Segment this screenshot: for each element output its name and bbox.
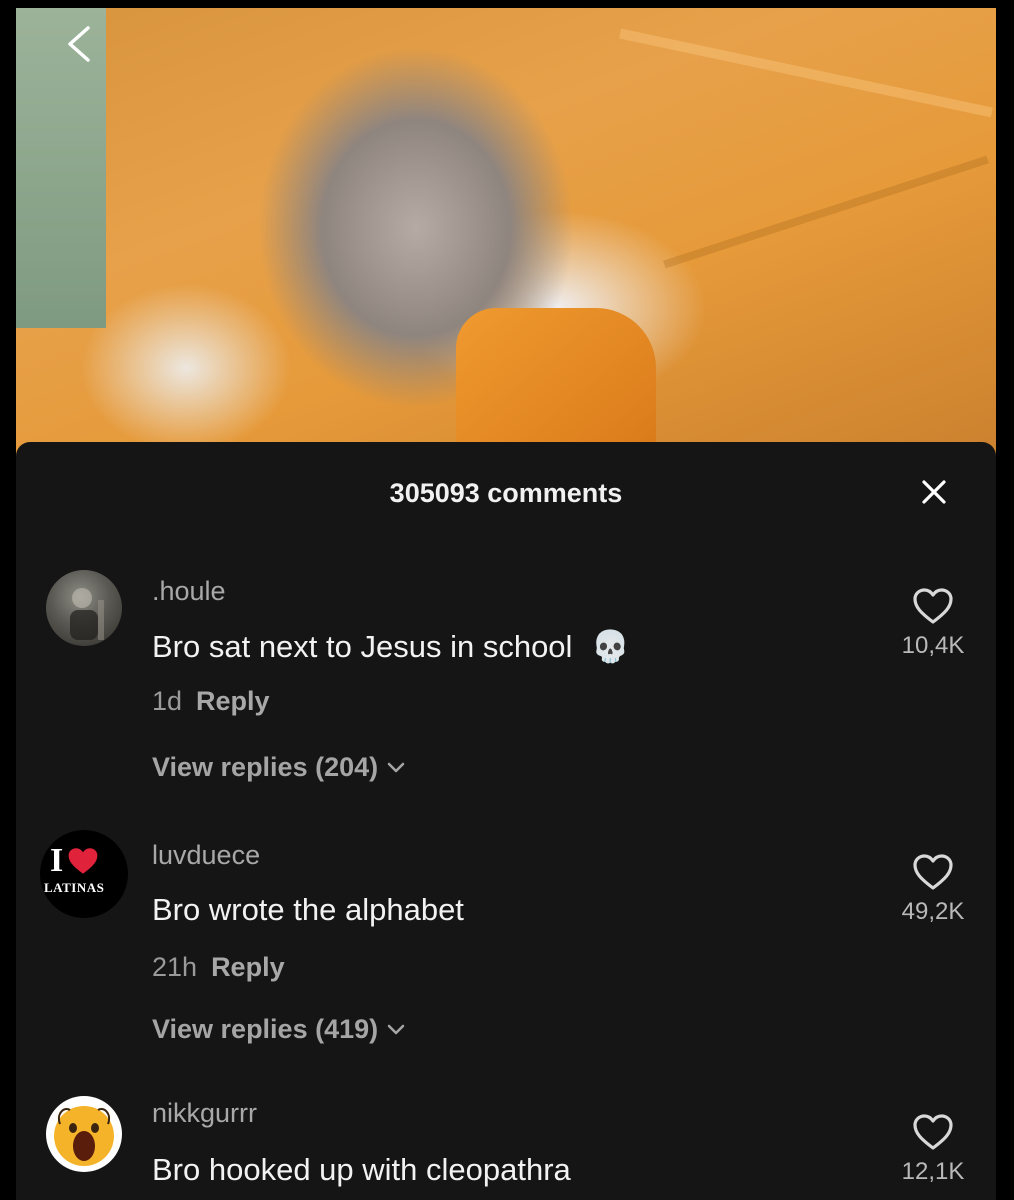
skull-emoji-icon: 💀 [591, 629, 630, 664]
like-count: 49,2K [901, 898, 965, 925]
avatar-logo-text: I [50, 842, 64, 879]
heart-outline-icon [913, 854, 953, 890]
comment-meta: 1d Reply [152, 686, 270, 717]
like-count: 12,1K [901, 1158, 965, 1185]
back-button[interactable] [58, 22, 98, 66]
view-replies-label: View replies (419) [152, 1014, 379, 1044]
comment-text: Bro hooked up with cleopathra [152, 1152, 571, 1187]
avatar-figure [70, 588, 104, 640]
comment-username[interactable]: nikkgurrr [152, 1098, 257, 1129]
heart-outline-icon [913, 588, 953, 624]
chevron-down-icon [387, 1024, 405, 1034]
photo-fold [619, 28, 993, 118]
comment-time: 21h [152, 952, 198, 982]
like-count: 10,4K [901, 632, 965, 659]
view-replies-button[interactable]: View replies (204) [152, 752, 406, 783]
reply-button[interactable]: Reply [211, 952, 285, 982]
comment-text-content: Bro sat next to Jesus in school [152, 629, 573, 664]
view-replies-label: View replies (204) [152, 752, 379, 782]
like-button[interactable]: 10,4K [888, 586, 978, 660]
chevron-down-icon [387, 762, 405, 772]
comment-time: 1d [152, 686, 183, 716]
avatar-logo: I [50, 844, 101, 878]
heart-filled-icon [68, 848, 98, 874]
comment-meta: 21h Reply [152, 952, 285, 983]
like-button[interactable]: 49,2K [888, 852, 978, 926]
like-button[interactable]: 12,1K [888, 1112, 978, 1186]
comment-text: Bro sat next to Jesus in school 💀 [152, 628, 630, 665]
heart-outline-icon [913, 1114, 953, 1150]
view-replies-button[interactable]: View replies (419) [152, 1014, 406, 1045]
comments-sheet: 305093 comments .houle Bro sat next to J… [16, 442, 996, 1200]
comments-count-title: 305093 comments [389, 478, 623, 508]
avatar[interactable] [46, 570, 122, 646]
photo-fold [663, 155, 989, 269]
screaming-face-icon [54, 1106, 114, 1166]
avatar[interactable]: I LATINAS [40, 830, 128, 918]
comment-text: Bro wrote the alphabet [152, 892, 464, 927]
post-photo [16, 8, 996, 478]
reply-button[interactable]: Reply [196, 686, 270, 716]
comment-username[interactable]: luvduece [152, 840, 260, 871]
comment-username[interactable]: .houle [152, 576, 226, 607]
avatar[interactable] [46, 1096, 122, 1172]
chevron-left-icon [68, 26, 90, 62]
close-icon [922, 480, 946, 504]
close-button[interactable] [914, 472, 954, 512]
avatar-logo-subtext: LATINAS [44, 880, 105, 895]
